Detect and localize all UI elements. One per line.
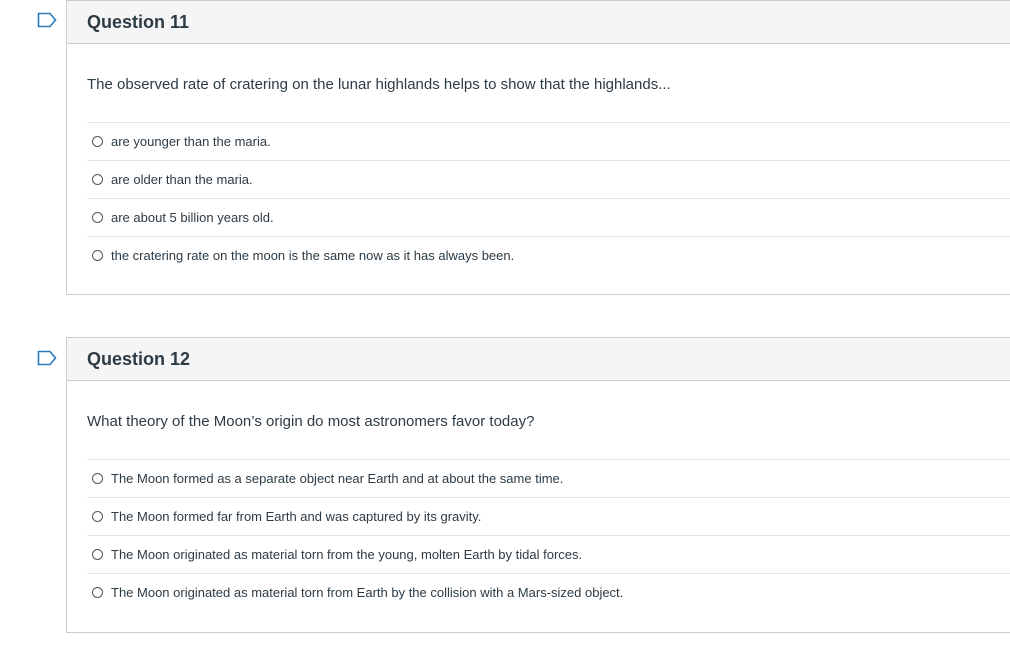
flag-question-icon[interactable] (37, 350, 57, 366)
answer-label: The Moon formed far from Earth and was c… (111, 509, 482, 524)
answer-label: are about 5 billion years old. (111, 210, 274, 225)
answer-label: The Moon originated as material torn fro… (111, 585, 624, 600)
answer-option[interactable]: are older than the maria. (87, 160, 1010, 198)
answer-option[interactable]: The Moon originated as material torn fro… (87, 535, 1010, 573)
radio-button[interactable] (92, 511, 103, 522)
radio-button[interactable] (92, 587, 103, 598)
answer-label: are younger than the maria. (111, 134, 271, 149)
answer-list: The Moon formed as a separate object nea… (67, 459, 1010, 611)
answer-option[interactable]: The Moon originated as material torn fro… (87, 573, 1010, 611)
answer-option[interactable]: are younger than the maria. (87, 122, 1010, 160)
question-text: The observed rate of cratering on the lu… (87, 76, 671, 93)
answer-label: The Moon originated as material torn fro… (111, 547, 583, 562)
answer-label: are older than the maria. (111, 172, 253, 187)
answer-option[interactable]: The Moon formed as a separate object nea… (87, 459, 1010, 497)
radio-button[interactable] (92, 549, 103, 560)
question-11: Question 11 The observed rate of crateri… (66, 0, 1010, 295)
radio-button[interactable] (92, 174, 103, 185)
question-12: Question 12 What theory of the Moon’s or… (66, 337, 1010, 633)
flag-question-icon[interactable] (37, 12, 57, 28)
answer-option[interactable]: The Moon formed far from Earth and was c… (87, 497, 1010, 535)
question-title: Question 12 (87, 348, 191, 369)
question-header: Question 11 (67, 0, 1010, 44)
radio-button[interactable] (92, 212, 103, 223)
answer-label: The Moon formed as a separate object nea… (111, 471, 564, 486)
answer-option[interactable]: the cratering rate on the moon is the sa… (87, 236, 1010, 274)
radio-button[interactable] (92, 473, 103, 484)
question-header: Question 12 (67, 337, 1010, 381)
radio-button[interactable] (92, 136, 103, 147)
answer-option[interactable]: are about 5 billion years old. (87, 198, 1010, 236)
question-text: What theory of the Moon’s origin do most… (87, 413, 535, 430)
question-title: Question 11 (87, 11, 190, 32)
answer-list: are younger than the maria. are older th… (67, 122, 1010, 274)
radio-button[interactable] (92, 250, 103, 261)
answer-label: the cratering rate on the moon is the sa… (111, 248, 515, 263)
